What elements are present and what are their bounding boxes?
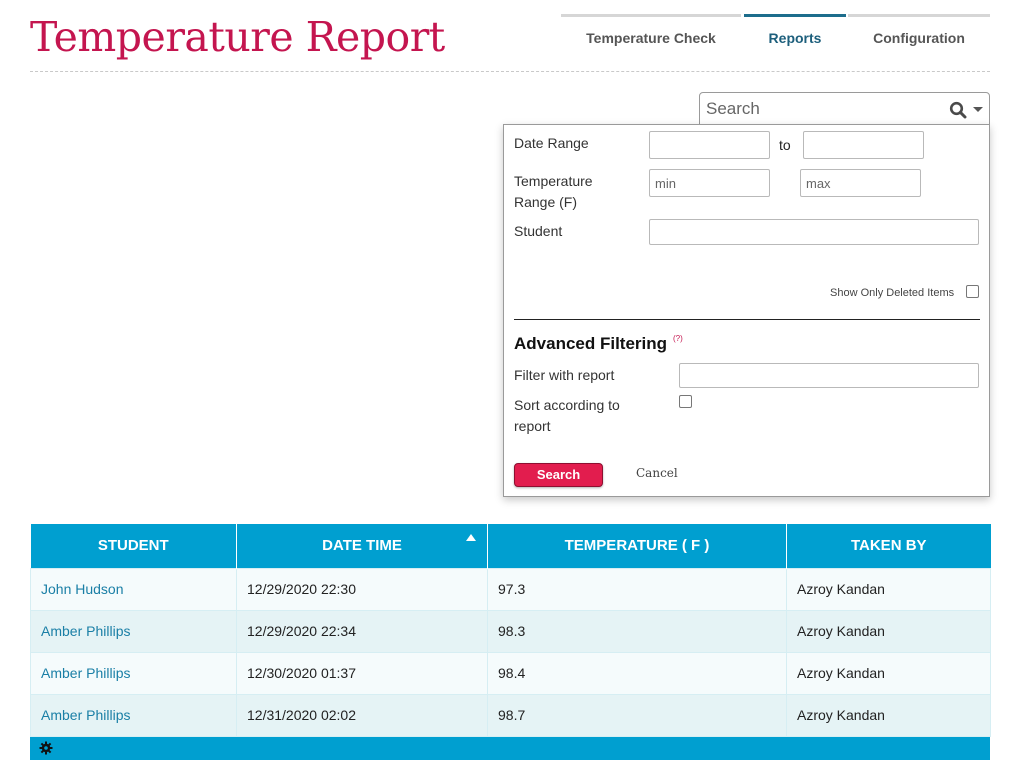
- column-header-label: DATE TIME: [322, 537, 402, 555]
- column-header-taken-by[interactable]: TAKEN BY: [786, 524, 991, 568]
- tab-temperature-check[interactable]: Temperature Check: [561, 14, 741, 54]
- column-header-date-time[interactable]: DATE TIME: [236, 524, 488, 568]
- column-header-label: TEMPERATURE ( F ): [564, 537, 710, 555]
- filter-with-report-label: Filter with report: [514, 367, 615, 383]
- datetime-cell: 12/29/2020 22:34: [236, 609, 488, 653]
- student-link[interactable]: Amber Phillips: [41, 623, 130, 639]
- table-row: Amber Phillips 12/30/2020 01:37 98.4 Azr…: [30, 651, 991, 695]
- page-title: Temperature Report: [30, 13, 445, 61]
- panel-divider: [514, 319, 980, 320]
- tab-configuration[interactable]: Configuration: [848, 14, 990, 54]
- student-cell: John Hudson: [30, 567, 237, 611]
- filter-with-report-field[interactable]: [679, 363, 979, 388]
- temperature-cell: 98.7: [487, 693, 787, 737]
- temperature-cell: 97.3: [487, 567, 787, 611]
- column-header-temperature[interactable]: TEMPERATURE ( F ): [487, 524, 787, 568]
- student-cell: Amber Phillips: [30, 609, 237, 653]
- datetime-cell: 12/29/2020 22:30: [236, 567, 488, 611]
- temperature-cell: 98.4: [487, 651, 787, 695]
- student-link[interactable]: Amber Phillips: [41, 707, 130, 723]
- date-from-field[interactable]: [649, 131, 770, 159]
- temperature-cell: 98.3: [487, 609, 787, 653]
- column-header-label: STUDENT: [97, 537, 169, 555]
- sort-according-label: Sort according to report: [514, 397, 620, 434]
- table-row: John Hudson 12/29/2020 22:30 97.3 Azroy …: [30, 567, 991, 611]
- advanced-filtering-heading: Advanced Filtering: [514, 334, 668, 353]
- caret-down-icon[interactable]: [973, 107, 983, 112]
- report-table: STUDENT DATE TIME TEMPERATURE ( F ) TAKE…: [30, 524, 991, 737]
- table-row: Amber Phillips 12/31/2020 02:02 98.7 Azr…: [30, 693, 991, 737]
- cancel-link[interactable]: Cancel: [636, 466, 678, 480]
- table-header-row: STUDENT DATE TIME TEMPERATURE ( F ) TAKE…: [30, 524, 991, 568]
- student-link[interactable]: Amber Phillips: [41, 665, 130, 681]
- student-link[interactable]: John Hudson: [41, 581, 124, 597]
- date-range-label: Date Range: [514, 135, 589, 151]
- datetime-cell: 12/30/2020 01:37: [236, 651, 488, 695]
- temp-max-field[interactable]: [800, 169, 921, 197]
- taken-by-cell: Azroy Kandan: [786, 609, 991, 653]
- gear-icon[interactable]: [39, 741, 53, 755]
- taken-by-cell: Azroy Kandan: [786, 567, 991, 611]
- search-box: [699, 92, 990, 125]
- table-row: Amber Phillips 12/29/2020 22:34 98.3 Azr…: [30, 609, 991, 653]
- temperature-range-label: Temperature Range (F): [514, 173, 593, 210]
- student-cell: Amber Phillips: [30, 693, 237, 737]
- search-button[interactable]: Search: [514, 463, 603, 487]
- student-cell: Amber Phillips: [30, 651, 237, 695]
- datetime-cell: 12/31/2020 02:02: [236, 693, 488, 737]
- sort-according-checkbox[interactable]: [679, 395, 692, 408]
- tab-reports[interactable]: Reports: [744, 14, 846, 54]
- date-to-field[interactable]: [803, 131, 924, 159]
- student-label: Student: [514, 223, 563, 239]
- show-deleted-label: Show Only Deleted Items: [830, 287, 955, 299]
- student-field[interactable]: [649, 219, 979, 245]
- search-input[interactable]: [706, 98, 936, 120]
- taken-by-cell: Azroy Kandan: [786, 651, 991, 695]
- column-header-label: TAKEN BY: [850, 537, 927, 555]
- sort-ascending-icon: [466, 534, 476, 541]
- filter-panel: Date Range to Temperature Range (F) Stud…: [503, 124, 990, 497]
- help-icon[interactable]: (?): [673, 334, 683, 343]
- taken-by-cell: Azroy Kandan: [786, 693, 991, 737]
- date-to-label: to: [779, 137, 791, 153]
- column-header-student[interactable]: STUDENT: [30, 524, 237, 568]
- temp-min-field[interactable]: [649, 169, 770, 197]
- show-deleted-checkbox[interactable]: [966, 285, 979, 298]
- title-divider: [30, 71, 990, 72]
- search-icon[interactable]: [949, 101, 967, 119]
- table-footer: [30, 737, 990, 760]
